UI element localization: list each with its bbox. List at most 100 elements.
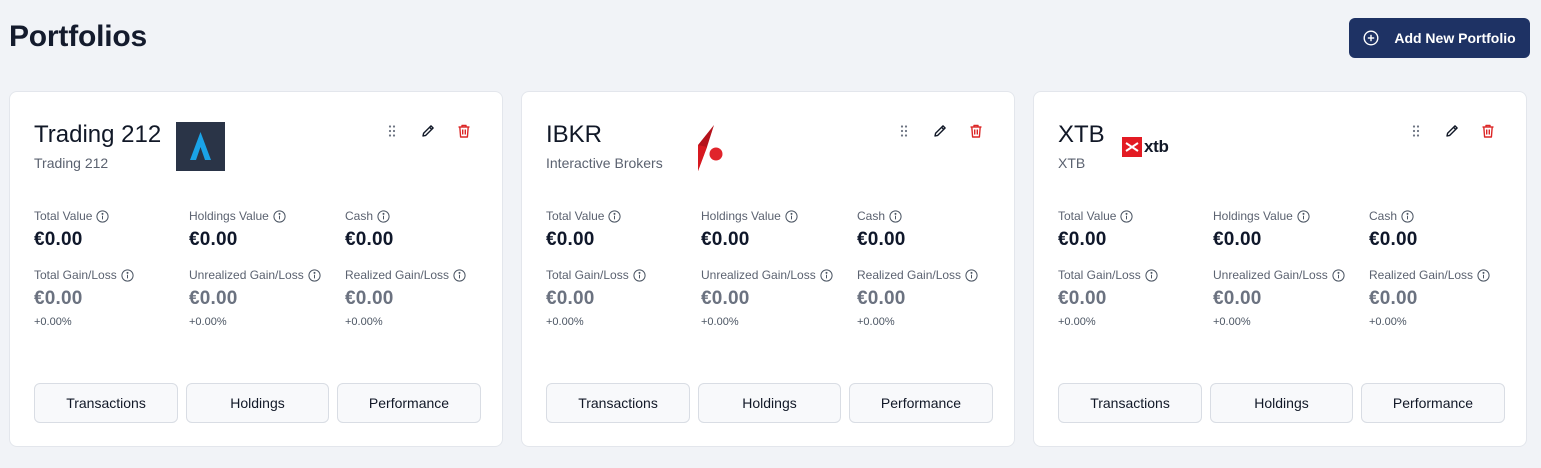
edit-pencil-icon[interactable]	[1444, 123, 1460, 139]
info-icon[interactable]	[1401, 209, 1414, 223]
metric-percent: +0.00%	[1213, 316, 1251, 328]
metric-label: Total Gain/Loss	[34, 268, 117, 282]
broker-name: Interactive Brokers	[546, 155, 663, 171]
metric-holdings-value: Holdings Value €0.00	[701, 208, 857, 251]
metric-value: €0.00	[189, 229, 238, 250]
metric-value: €0.00	[857, 288, 906, 309]
edit-pencil-icon[interactable]	[420, 123, 436, 139]
metric-label: Holdings Value	[701, 209, 781, 223]
portfolio-card: XTB XTB xtb Total Value €0.00 Holdings V…	[1033, 91, 1527, 447]
performance-button[interactable]: Performance	[849, 383, 993, 423]
card-buttons: Transactions Holdings Performance	[546, 383, 993, 423]
metric-value: €0.00	[1369, 288, 1418, 309]
edit-pencil-icon[interactable]	[932, 123, 948, 139]
performance-button[interactable]: Performance	[1361, 383, 1505, 423]
metric-value: €0.00	[345, 229, 394, 250]
metrics-grid: Total Value €0.00 Holdings Value €0.00 C…	[546, 208, 1007, 328]
xtb-logo-text: xtb	[1144, 137, 1169, 156]
drag-handle-icon[interactable]	[384, 123, 400, 139]
portfolio-card: Trading 212 Trading 212 Total Value €0.0…	[9, 91, 503, 447]
metric-label: Realized Gain/Loss	[345, 268, 450, 282]
metric-percent: +0.00%	[1369, 316, 1407, 328]
delete-trash-icon[interactable]	[968, 123, 984, 139]
metric-holdings-value: Holdings Value €0.00	[189, 208, 345, 251]
info-icon[interactable]	[820, 268, 833, 282]
metric-realized-gain: Realized Gain/Loss €0.00 +0.00%	[1369, 267, 1519, 328]
performance-button[interactable]: Performance	[337, 383, 481, 423]
info-icon[interactable]	[273, 209, 286, 223]
plus-circle-icon	[1363, 30, 1379, 46]
metric-percent: +0.00%	[34, 316, 72, 328]
info-icon[interactable]	[453, 268, 466, 282]
card-actions	[1408, 123, 1496, 139]
transactions-button[interactable]: Transactions	[1058, 383, 1202, 423]
info-icon[interactable]	[608, 209, 622, 223]
trading212-logo	[176, 122, 225, 176]
transactions-button[interactable]: Transactions	[34, 383, 178, 423]
metric-percent: +0.00%	[546, 316, 584, 328]
info-icon[interactable]	[1332, 268, 1345, 282]
metric-total-value: Total Value €0.00	[1058, 208, 1213, 251]
metric-cash: Cash €0.00	[857, 208, 1007, 251]
drag-handle-icon[interactable]	[1408, 123, 1424, 139]
metrics-grid: Total Value €0.00 Holdings Value €0.00 C…	[34, 208, 495, 328]
add-new-portfolio-label: Add New Portfolio	[1394, 30, 1516, 46]
holdings-button[interactable]: Holdings	[186, 383, 329, 423]
metric-total-gain: Total Gain/Loss €0.00 +0.00%	[546, 267, 701, 328]
info-icon[interactable]	[889, 209, 902, 223]
metric-total-gain: Total Gain/Loss €0.00 +0.00%	[1058, 267, 1213, 328]
info-icon[interactable]	[785, 209, 798, 223]
holdings-button[interactable]: Holdings	[698, 383, 841, 423]
metric-value: €0.00	[701, 229, 750, 250]
metric-label: Unrealized Gain/Loss	[1213, 268, 1328, 282]
xtb-logo: xtb	[1122, 137, 1169, 157]
info-icon[interactable]	[1477, 268, 1490, 282]
metric-label: Realized Gain/Loss	[857, 268, 962, 282]
metric-value: €0.00	[34, 288, 83, 309]
card-buttons: Transactions Holdings Performance	[1058, 383, 1505, 423]
info-icon[interactable]	[965, 268, 978, 282]
metric-value: €0.00	[345, 288, 394, 309]
info-icon[interactable]	[308, 268, 321, 282]
metric-value: €0.00	[1058, 288, 1107, 309]
delete-trash-icon[interactable]	[456, 123, 472, 139]
metric-value: €0.00	[546, 229, 595, 250]
metric-total-value: Total Value €0.00	[546, 208, 701, 251]
info-icon[interactable]	[1297, 209, 1310, 223]
add-new-portfolio-button[interactable]: Add New Portfolio	[1349, 18, 1530, 58]
metric-percent: +0.00%	[857, 316, 895, 328]
metric-label: Unrealized Gain/Loss	[701, 268, 816, 282]
metric-percent: +0.00%	[701, 316, 739, 328]
metric-percent: +0.00%	[1058, 316, 1096, 328]
info-icon[interactable]	[377, 209, 390, 223]
metric-value: €0.00	[1213, 229, 1262, 250]
holdings-button[interactable]: Holdings	[1210, 383, 1353, 423]
info-icon[interactable]	[121, 268, 134, 282]
metric-total-gain: Total Gain/Loss €0.00 +0.00%	[34, 267, 189, 328]
metric-label: Total Gain/Loss	[546, 268, 629, 282]
metrics-grid: Total Value €0.00 Holdings Value €0.00 C…	[1058, 208, 1519, 328]
portfolio-name: Trading 212	[34, 121, 162, 148]
info-icon[interactable]	[1145, 268, 1158, 282]
transactions-button[interactable]: Transactions	[546, 383, 690, 423]
delete-trash-icon[interactable]	[1480, 123, 1496, 139]
card-actions	[384, 123, 472, 139]
portfolio-name: IBKR	[546, 121, 603, 148]
metric-label: Holdings Value	[189, 209, 269, 223]
drag-handle-icon[interactable]	[896, 123, 912, 139]
metric-percent: +0.00%	[345, 316, 383, 328]
info-icon[interactable]	[1120, 209, 1134, 223]
metric-label: Cash	[857, 209, 886, 223]
info-icon[interactable]	[96, 209, 110, 223]
metric-percent: +0.00%	[189, 316, 227, 328]
metric-label: Unrealized Gain/Loss	[189, 268, 304, 282]
page-title: Portfolios	[9, 20, 147, 53]
metric-total-value: Total Value €0.00	[34, 208, 189, 251]
info-icon[interactable]	[633, 268, 646, 282]
broker-name: Trading 212	[34, 155, 109, 171]
portfolio-name: XTB	[1058, 121, 1105, 148]
card-buttons: Transactions Holdings Performance	[34, 383, 481, 423]
portfolio-card: IBKR Interactive Brokers Total Value €0.…	[521, 91, 1015, 447]
metric-label: Realized Gain/Loss	[1369, 268, 1474, 282]
metric-realized-gain: Realized Gain/Loss €0.00 +0.00%	[345, 267, 495, 328]
